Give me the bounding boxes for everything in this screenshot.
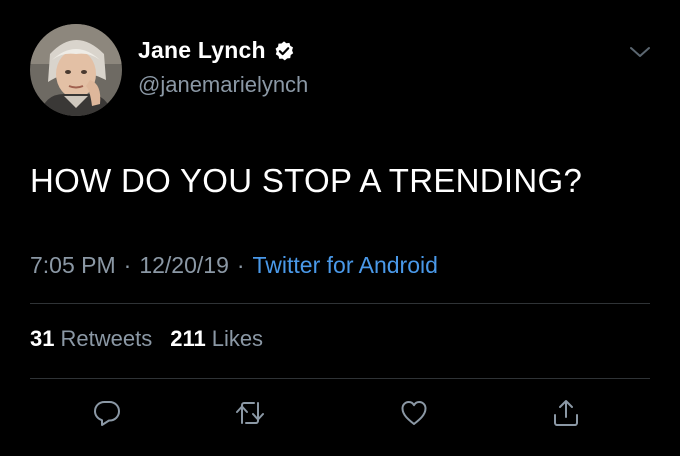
retweet-icon — [236, 402, 264, 424]
meta-separator: · — [236, 252, 245, 278]
share-icon — [554, 400, 578, 426]
chevron-down-icon[interactable] — [628, 42, 652, 62]
retweets-count: 31 — [30, 326, 55, 351]
reply-button[interactable] — [90, 396, 124, 430]
retweets-stat[interactable]: 31 Retweets — [30, 326, 152, 352]
heart-icon — [401, 401, 427, 425]
share-button[interactable] — [549, 396, 583, 430]
meta-separator: · — [123, 252, 132, 278]
avatar[interactable] — [30, 24, 122, 116]
user-name-row[interactable]: Jane Lynch — [138, 37, 295, 64]
tweet-actions — [0, 396, 680, 430]
retweets-label: Retweets — [60, 326, 153, 351]
tweet-meta: 7:05 PM · 12/20/19 · Twitter for Android — [30, 252, 438, 279]
tweet-source-link[interactable]: Twitter for Android — [253, 252, 438, 279]
likes-label: Likes — [211, 326, 264, 351]
tweet-stats: 31 Retweets 211 Likes — [30, 326, 281, 352]
likes-count: 211 — [170, 326, 206, 351]
divider — [30, 303, 650, 304]
likes-stat[interactable]: 211 Likes — [170, 326, 263, 352]
divider — [30, 378, 650, 379]
tweet-text: HOW DO YOU STOP A TRENDING? — [30, 162, 583, 199]
tweet-time[interactable]: 7:05 PM — [30, 252, 116, 279]
like-button[interactable] — [397, 396, 431, 430]
tweet-card: Jane Lynch @janemarielynch HOW DO YOU ST… — [0, 0, 680, 456]
verified-badge-icon — [273, 40, 295, 62]
user-handle[interactable]: @janemarielynch — [138, 72, 308, 98]
retweet-button[interactable] — [233, 396, 267, 430]
profile-photo-icon — [30, 24, 122, 116]
display-name[interactable]: Jane Lynch — [138, 37, 266, 64]
tweet-date[interactable]: 12/20/19 — [139, 252, 229, 279]
reply-icon — [94, 401, 120, 426]
